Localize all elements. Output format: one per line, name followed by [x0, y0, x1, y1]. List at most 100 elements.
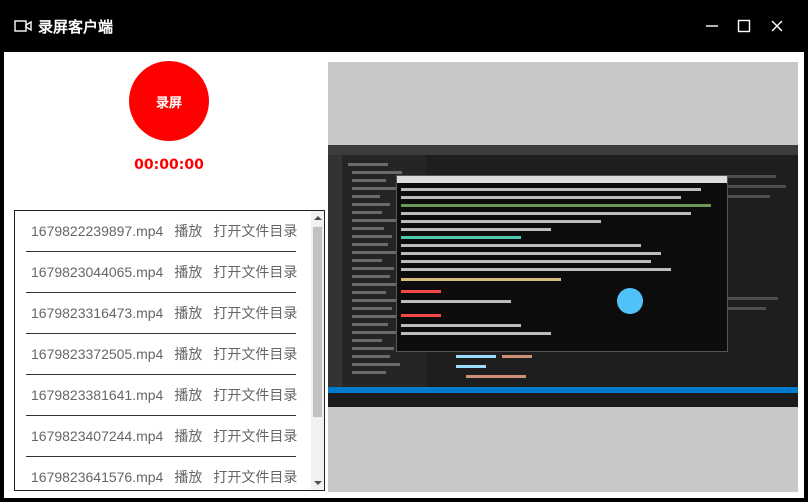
preview-editor-line — [456, 355, 496, 358]
preview-sidebar-line — [352, 219, 398, 222]
recordings-list: 1679822239897.mp4 播放 打开文件目录 167982304406… — [14, 210, 325, 491]
preview-sidebar-line — [352, 211, 382, 214]
preview-terminal-line — [401, 204, 711, 207]
video-preview[interactable] — [328, 62, 798, 492]
play-button[interactable]: 播放 — [174, 221, 202, 241]
preview-sidebar-line — [352, 291, 386, 294]
preview-sidebar-line — [352, 299, 396, 302]
scrollbar-thumb[interactable] — [313, 227, 322, 417]
chevron-up-icon — [313, 216, 322, 220]
recording-filename: 1679823372505.mp4 — [31, 346, 164, 362]
preview-sidebar-line — [352, 339, 382, 342]
preview-terminal-line — [401, 188, 701, 191]
preview-terminal-line — [401, 244, 641, 247]
preview-terminal-line — [401, 220, 601, 223]
list-scrollbar[interactable] — [311, 211, 324, 490]
preview-terminal-line — [401, 268, 671, 271]
minimize-button[interactable] — [695, 12, 729, 40]
chevron-down-icon — [313, 481, 322, 485]
preview-sidebar-line — [352, 227, 384, 230]
preview-sidebar-line — [352, 323, 388, 326]
preview-editor-line — [726, 175, 776, 178]
list-item: 1679823316473.mp4 播放 打开文件目录 — [26, 293, 297, 334]
preview-editor-line — [466, 375, 526, 378]
maximize-button[interactable] — [727, 12, 761, 40]
preview-terminal-line — [401, 236, 521, 239]
preview-sidebar-line — [352, 259, 382, 262]
play-button[interactable]: 播放 — [174, 467, 202, 487]
scroll-down-button[interactable] — [311, 476, 324, 490]
preview-sidebar-line — [352, 363, 400, 366]
preview-sidebar-line — [352, 171, 402, 174]
record-button[interactable]: 录屏 — [129, 61, 209, 141]
recording-filename: 1679823381641.mp4 — [31, 387, 164, 403]
preview-terminal-line — [401, 290, 441, 293]
recording-filename: 1679823044065.mp4 — [31, 264, 164, 280]
window-title: 录屏客户端 — [38, 18, 114, 36]
open-folder-button[interactable]: 打开文件目录 — [213, 344, 297, 364]
preview-sidebar-line — [352, 179, 386, 182]
open-folder-button[interactable]: 打开文件目录 — [213, 303, 297, 323]
list-item: 1679823641576.mp4 播放 打开文件目录 — [26, 457, 297, 490]
recording-filename: 1679823407244.mp4 — [31, 428, 164, 444]
preview-terminal-line — [401, 196, 681, 199]
preview-sidebar-line — [348, 163, 388, 166]
preview-terminal-line — [401, 260, 651, 263]
preview-terminal-line — [401, 324, 521, 327]
preview-editor-line — [726, 307, 766, 310]
preview-sidebar-line — [352, 275, 390, 278]
open-folder-button[interactable]: 打开文件目录 — [213, 262, 297, 282]
preview-terminal-line — [401, 332, 551, 335]
preview-editor-line — [726, 195, 770, 198]
open-folder-button[interactable]: 打开文件目录 — [213, 221, 297, 241]
preview-sidebar-line — [352, 243, 388, 246]
title-bar[interactable]: 录屏客户端 — [0, 0, 808, 52]
recording-filename: 1679823316473.mp4 — [31, 305, 164, 321]
preview-sidebar-line — [352, 187, 396, 190]
preview-terminal — [396, 175, 728, 352]
list-item: 1679823407244.mp4 播放 打开文件目录 — [26, 416, 297, 457]
preview-taskbar — [328, 393, 798, 407]
video-camera-icon — [14, 18, 32, 34]
preview-terminal-titlebar — [397, 176, 727, 183]
preview-cursor-highlight — [617, 288, 643, 314]
close-button[interactable] — [760, 12, 794, 40]
preview-activity-bar — [328, 155, 342, 387]
play-button[interactable]: 播放 — [174, 262, 202, 282]
minimize-icon — [706, 25, 718, 27]
open-folder-button[interactable]: 打开文件目录 — [213, 467, 297, 487]
scroll-up-button[interactable] — [311, 211, 324, 225]
list-item: 1679823381641.mp4 播放 打开文件目录 — [26, 375, 297, 416]
preview-sidebar-line — [352, 371, 386, 374]
preview-sidebar-line — [352, 195, 380, 198]
preview-editor-line — [726, 297, 778, 300]
preview-sidebar-line — [352, 283, 402, 286]
close-icon — [771, 20, 783, 32]
recording-filename: 1679822239897.mp4 — [31, 223, 164, 239]
preview-sidebar-line — [352, 331, 398, 334]
preview-sidebar-line — [352, 347, 394, 350]
recording-filename: 1679823641576.mp4 — [31, 469, 164, 485]
play-button[interactable]: 播放 — [174, 385, 202, 405]
preview-terminal-line — [401, 252, 661, 255]
play-button[interactable]: 播放 — [174, 344, 202, 364]
preview-terminal-line — [401, 300, 511, 303]
preview-sidebar-line — [352, 203, 390, 206]
list-item: 1679823372505.mp4 播放 打开文件目录 — [26, 334, 297, 375]
preview-window-titlebar — [328, 145, 798, 155]
preview-editor-line — [456, 365, 486, 368]
preview-terminal-line — [401, 228, 551, 231]
client-area: 录屏 00:00:00 1679822239897.mp4 播放 打开文件目录 … — [4, 52, 804, 498]
open-folder-button[interactable]: 打开文件目录 — [213, 426, 297, 446]
list-item: 1679823044065.mp4 播放 打开文件目录 — [26, 252, 297, 293]
preview-editor-line — [726, 185, 786, 188]
maximize-icon — [737, 19, 751, 33]
preview-frame — [328, 145, 798, 407]
play-button[interactable]: 播放 — [174, 303, 202, 323]
app-window: 录屏客户端 录屏 00:00:00 1679822239897.mp4 播放 打… — [0, 0, 808, 502]
preview-sidebar-line — [352, 307, 392, 310]
open-folder-button[interactable]: 打开文件目录 — [213, 385, 297, 405]
play-button[interactable]: 播放 — [174, 426, 202, 446]
preview-terminal-line — [401, 278, 561, 281]
preview-sidebar-line — [352, 355, 390, 358]
